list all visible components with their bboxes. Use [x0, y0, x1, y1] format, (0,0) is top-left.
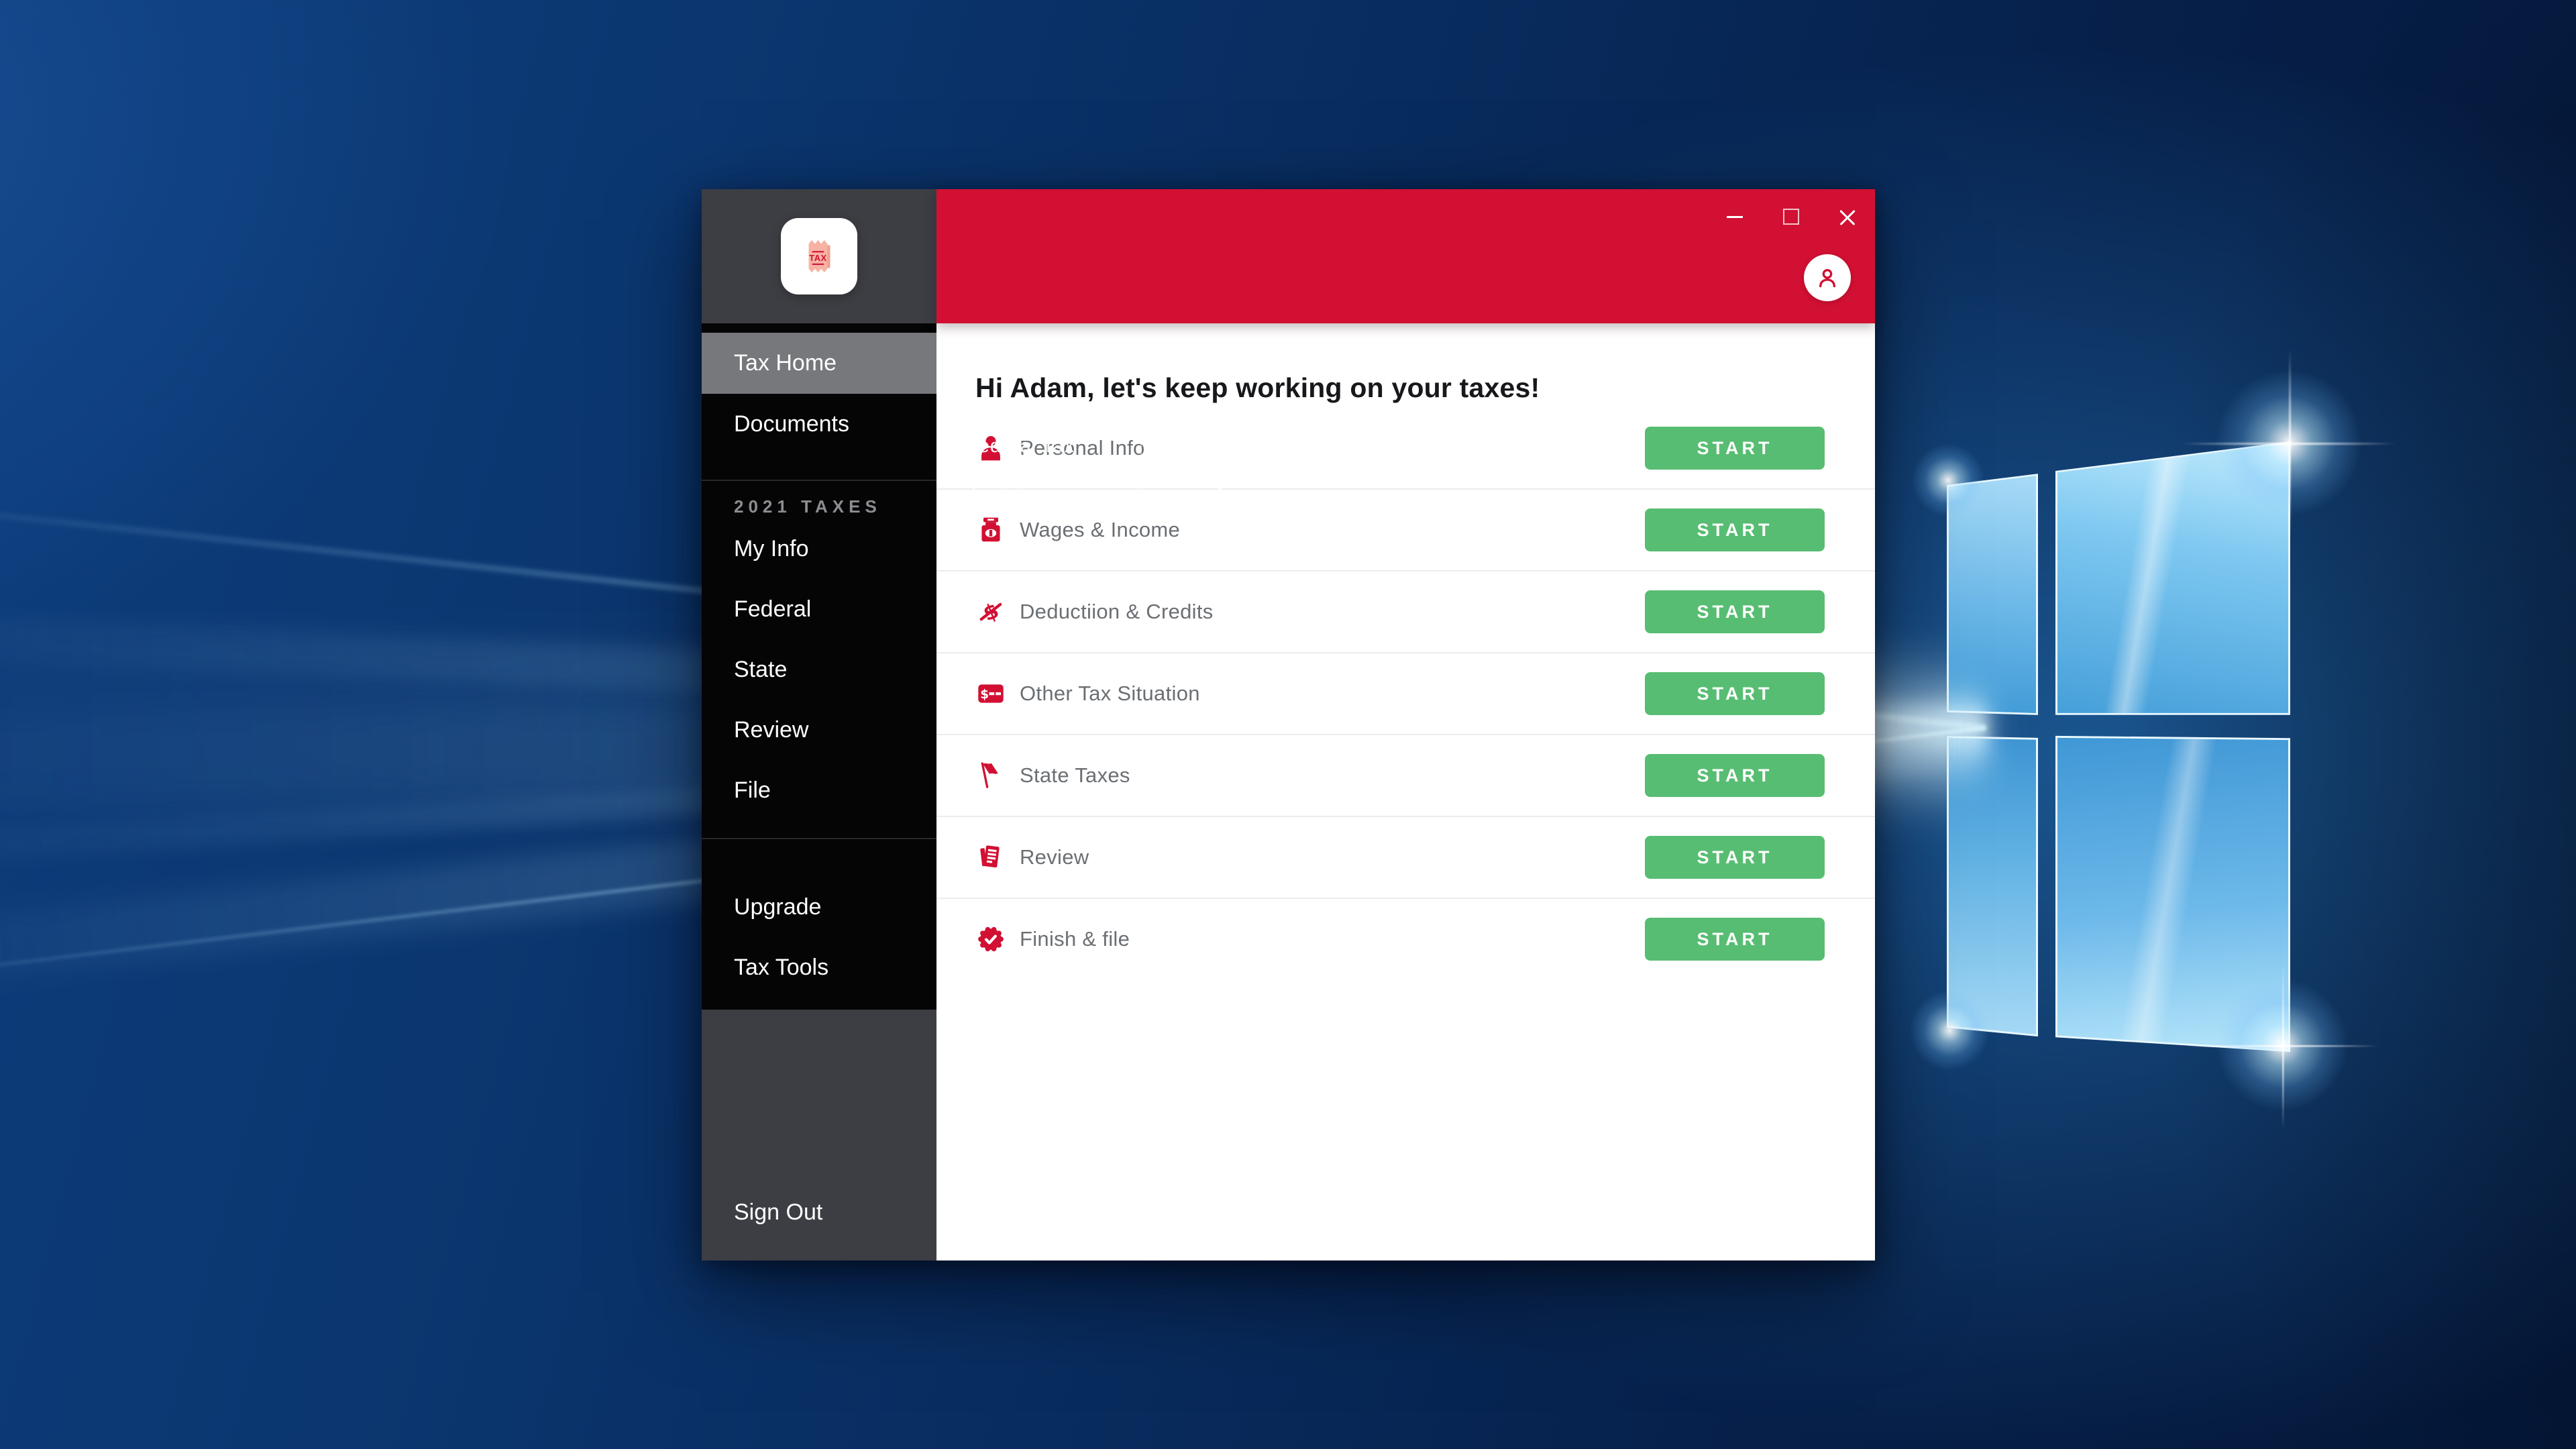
sidebar-item-review[interactable]: Review [702, 700, 936, 760]
svg-text:$: $ [980, 688, 989, 702]
start-button-review[interactable]: START [1645, 836, 1825, 879]
tax-receipt-icon: TAX [781, 218, 857, 294]
sidebar-nav: Tax HomeDocuments 2021 TAXES My InfoFede… [702, 323, 936, 1010]
minimize-button[interactable] [1722, 204, 1748, 229]
task-label: Review [1020, 845, 1089, 869]
federal-tax-due-value: $532 [966, 484, 1110, 514]
sidebar-item-upgrade[interactable]: Upgrade [702, 877, 936, 937]
start-button-state-taxes[interactable]: START [1645, 754, 1825, 797]
dollar-strike-icon: $ [975, 596, 1006, 627]
task-label: Wages & Income [1020, 518, 1180, 542]
on-tax-due-value: $1,253 [1185, 462, 1294, 491]
windows-desktop: TAX Tax HomeDocuments 2021 TAXES My Info… [0, 0, 2576, 1449]
tax-app-window: TAX Tax HomeDocuments 2021 TAXES My Info… [702, 189, 1875, 1260]
start-button-other-tax-situation[interactable]: START [1645, 672, 1825, 715]
logo-text: TAX [809, 253, 826, 263]
sidebar-item-tax-tools[interactable]: Tax Tools [702, 937, 936, 998]
due-divider [1140, 435, 1142, 514]
window-controls [1722, 204, 1860, 229]
close-icon [1839, 208, 1856, 225]
start-button-finish-file[interactable]: START [1645, 918, 1825, 961]
start-button-wages-income[interactable]: START [1645, 508, 1825, 551]
greeting: Hi Adam, let's keep working on your taxe… [975, 372, 1824, 404]
task-row-state-taxes[interactable]: State Taxes START [936, 735, 1875, 817]
task-label: Finish & file [1020, 927, 1130, 951]
receipt-lines-icon [975, 842, 1006, 873]
start-button-personal-info[interactable]: START [1645, 427, 1825, 470]
flag-icon [975, 760, 1006, 791]
sidebar: TAX Tax HomeDocuments 2021 TAXES My Info… [702, 189, 936, 1260]
task-label: Other Tax Situation [1020, 682, 1200, 706]
sidebar-item-state[interactable]: State [702, 639, 936, 700]
task-row-review[interactable]: Review START [936, 817, 1875, 899]
on-tax-due-block: On Tax Due $1,253 [1185, 435, 1294, 514]
sidebar-item-documents[interactable]: Documents [702, 394, 936, 455]
start-button-deductiion-credits[interactable]: START [1645, 590, 1825, 633]
sidebar-divider [702, 838, 936, 839]
close-button[interactable] [1835, 204, 1860, 229]
windows-logo-pane-bottom-right [2055, 734, 2290, 1055]
windows-logo-pane-top-right [2055, 435, 2290, 718]
sidebar-section-label: 2021 TAXES [702, 494, 936, 519]
sidebar-item-federal[interactable]: Federal [702, 579, 936, 639]
task-row-other-tax-situation[interactable]: $ Other Tax Situation START [936, 653, 1875, 735]
sidebar-item-sign-out[interactable]: Sign Out [702, 1192, 936, 1232]
sidebar-footer: Sign Out [702, 1010, 936, 1260]
on-tax-due-label: On Tax Due [1185, 435, 1294, 458]
app-header: Federal Tax Due $532 On Tax Due $1,253 [936, 189, 1875, 323]
windows-logo-pane-bottom-left [1947, 734, 2038, 1037]
sidebar-item-file[interactable]: File [702, 760, 936, 820]
account-button[interactable] [1804, 254, 1851, 301]
money-dashes-icon: $ [975, 678, 1006, 709]
windows-logo-pane-top-left [1947, 468, 2038, 718]
federal-tax-due-block: Federal Tax Due $532 [966, 435, 1110, 514]
minimize-icon [1727, 216, 1743, 218]
task-label: Deductiion & Credits [1020, 600, 1214, 624]
federal-tax-due-label: Federal Tax Due [966, 435, 1110, 480]
task-row-deductiion-credits[interactable]: $ Deductiion & Credits START [936, 572, 1875, 653]
maximize-icon [1783, 209, 1799, 225]
sidebar-divider [702, 480, 936, 481]
main-column: Federal Tax Due $532 On Tax Due $1,253 [936, 189, 1875, 1260]
task-label: State Taxes [1020, 763, 1130, 788]
sidebar-item-tax-home[interactable]: Tax Home [702, 333, 936, 394]
badge-check-icon [975, 924, 1006, 955]
sidebar-item-my-info[interactable]: My Info [702, 519, 936, 579]
sidebar-logo-area: TAX [702, 189, 936, 323]
person-outline-icon [1814, 264, 1841, 291]
maximize-button[interactable] [1778, 204, 1804, 229]
cash-register-icon [975, 515, 1006, 545]
tax-due-summary: Federal Tax Due $532 On Tax Due $1,253 [966, 435, 1294, 514]
task-row-finish-file[interactable]: Finish & file START [936, 899, 1875, 979]
